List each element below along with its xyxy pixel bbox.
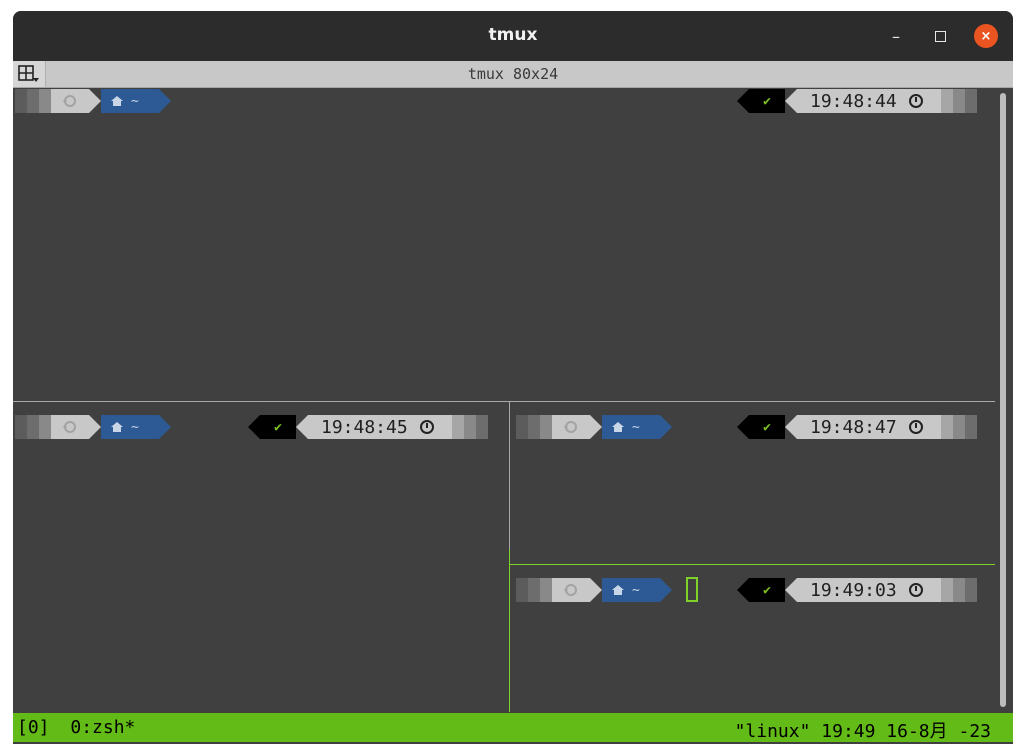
status-ok-icon: ✔ <box>749 89 785 113</box>
ubuntu-icon <box>564 584 577 596</box>
prompt-path: ~ <box>131 93 139 109</box>
home-icon <box>612 422 624 432</box>
ubuntu-icon <box>63 95 76 107</box>
status-ok-icon: ✔ <box>749 415 785 439</box>
status-ok-icon: ✔ <box>260 415 296 439</box>
clock-icon <box>908 94 923 108</box>
prompt-time: 19:48:45 <box>321 416 408 438</box>
prompt-right: ✔ 19:48:47 <box>737 415 981 439</box>
status-right: "linux" 19:49 16-8月 -23 <box>734 721 991 742</box>
prompt-path: ~ <box>131 419 139 435</box>
maximize-button[interactable] <box>929 25 951 47</box>
pane-border-horizontal <box>13 401 995 402</box>
prompt-right: ✔ 19:49:03 <box>737 578 981 602</box>
tmux-status-bar: [0] 0:zsh* "linux" 19:49 16-8月 -23 <box>13 713 1013 742</box>
status-left: [0] 0:zsh* <box>17 717 135 738</box>
prompt-right: ✔ 19:48:44 <box>737 89 981 113</box>
terminal-window: tmux – × tmux 80x24 ~ ✔ 19:48:44 ~ ✔ 19:… <box>13 11 1013 744</box>
pane-border-vertical <box>509 402 510 549</box>
clock-icon <box>908 583 923 597</box>
text-cursor <box>686 577 698 602</box>
window-tab-zsh[interactable]: 0:zsh* <box>70 717 135 738</box>
prompt-left: ~ <box>15 415 175 439</box>
tab-title: tmux 80x24 <box>467 65 559 83</box>
prompt-path: ~ <box>632 419 640 435</box>
home-icon <box>111 422 123 432</box>
ubuntu-icon <box>564 421 577 433</box>
tab-bar: tmux 80x24 <box>13 61 1013 88</box>
home-icon <box>612 585 624 595</box>
session-index: [0] <box>17 717 50 738</box>
prompt-time: 19:48:47 <box>810 416 897 438</box>
close-button[interactable]: × <box>974 24 998 48</box>
pane-border-horizontal-active <box>510 564 995 565</box>
scrollbar[interactable] <box>997 89 1009 711</box>
prompt-left: ~ <box>516 578 676 602</box>
prompt-right: ✔ 19:48:45 <box>248 415 492 439</box>
home-icon <box>111 96 123 106</box>
maximize-icon <box>934 30 946 42</box>
clock-icon <box>419 420 434 434</box>
pane-border-vertical-active <box>509 549 510 712</box>
title-bar[interactable]: tmux – × <box>13 11 1013 61</box>
terminal-area[interactable]: ~ ✔ 19:48:44 ~ ✔ 19:48:45 ~ ✔ 19:48:47 ~… <box>13 87 1013 744</box>
status-ok-icon: ✔ <box>749 578 785 602</box>
prompt-left: ~ <box>15 89 175 113</box>
prompt-path: ~ <box>632 582 640 598</box>
window-title: tmux <box>488 25 538 45</box>
prompt-time: 19:49:03 <box>810 579 897 601</box>
minimize-button[interactable]: – <box>885 25 907 47</box>
scrollbar-thumb[interactable] <box>1000 93 1006 707</box>
clock-icon <box>908 420 923 434</box>
prompt-time: 19:48:44 <box>810 90 897 112</box>
ubuntu-icon <box>63 421 76 433</box>
prompt-left: ~ <box>516 415 676 439</box>
